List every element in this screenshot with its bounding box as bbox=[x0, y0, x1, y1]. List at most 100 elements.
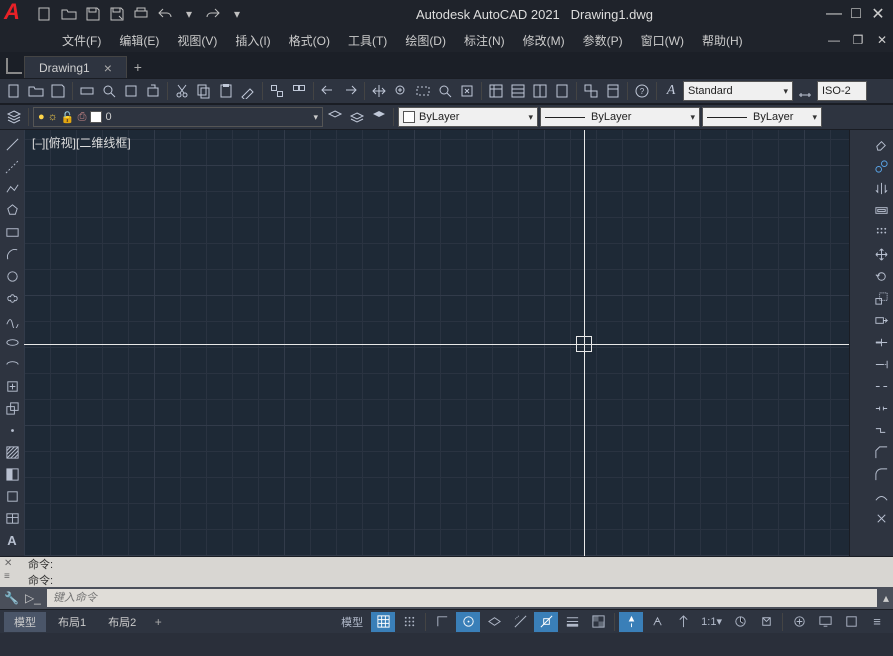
ortho-toggle-icon[interactable] bbox=[430, 612, 454, 632]
cmd-options-icon[interactable]: 🔧 bbox=[4, 591, 19, 605]
tb-cut-icon[interactable] bbox=[172, 81, 192, 101]
otrack-icon[interactable] bbox=[508, 612, 532, 632]
menu-dimension[interactable]: 标注(N) bbox=[456, 29, 513, 52]
polygon-tool-icon[interactable] bbox=[2, 200, 22, 220]
drawing-canvas[interactable]: [–][俯视][二维线框] bbox=[24, 130, 869, 556]
join-tool-icon[interactable] bbox=[871, 420, 891, 440]
menu-tools[interactable]: 工具(T) bbox=[340, 29, 395, 52]
tb-zoom-window-icon[interactable] bbox=[413, 81, 433, 101]
linetype-dropdown[interactable]: ByLayer ▾ bbox=[540, 107, 700, 127]
file-tab-close-icon[interactable]: × bbox=[104, 60, 112, 76]
grid-toggle-icon[interactable] bbox=[371, 612, 395, 632]
snap-toggle-icon[interactable] bbox=[397, 612, 421, 632]
rotate-tool-icon[interactable] bbox=[871, 266, 891, 286]
rectangle-tool-icon[interactable] bbox=[2, 222, 22, 242]
menu-parametric[interactable]: 参数(P) bbox=[575, 29, 631, 52]
copy-tool-icon[interactable] bbox=[871, 156, 891, 176]
canvas-scrollbar-v[interactable] bbox=[849, 130, 869, 556]
annoscale-icon[interactable]: 1:1 ▾ bbox=[697, 612, 726, 632]
blend-tool-icon[interactable] bbox=[871, 486, 891, 506]
region-tool-icon[interactable] bbox=[2, 486, 22, 506]
polar-toggle-icon[interactable] bbox=[456, 612, 480, 632]
menu-modify[interactable]: 修改(M) bbox=[515, 29, 573, 52]
tb-print-icon[interactable] bbox=[77, 81, 97, 101]
selection-cycling-icon[interactable] bbox=[619, 612, 643, 632]
maximize-button[interactable]: □ bbox=[845, 4, 867, 24]
chamfer-tool-icon[interactable] bbox=[871, 442, 891, 462]
layer-state-icon[interactable] bbox=[347, 107, 367, 127]
cmd-close-icon[interactable]: ✕ bbox=[4, 558, 12, 569]
layer-dropdown[interactable]: ● ☼ 🔓 ⎙ 0 ▾ bbox=[33, 107, 323, 127]
tb-help-icon[interactable]: ? bbox=[632, 81, 652, 101]
point-tool-icon[interactable] bbox=[2, 420, 22, 440]
layout-tab-layout2[interactable]: 布局2 bbox=[98, 612, 146, 632]
qat-dropdown2-icon[interactable]: ▾ bbox=[228, 5, 246, 23]
tb-preview-icon[interactable] bbox=[99, 81, 119, 101]
tb-zoom-realtime-icon[interactable] bbox=[391, 81, 411, 101]
extend-tool-icon[interactable] bbox=[871, 354, 891, 374]
menu-window[interactable]: 窗口(W) bbox=[633, 29, 692, 52]
open-icon[interactable] bbox=[60, 5, 78, 23]
menu-file[interactable]: 文件(F) bbox=[54, 29, 109, 52]
revcloud-tool-icon[interactable] bbox=[2, 288, 22, 308]
save-icon[interactable] bbox=[84, 5, 102, 23]
transparency-toggle-icon[interactable] bbox=[586, 612, 610, 632]
layer-iso-icon[interactable] bbox=[369, 107, 389, 127]
ellipse-tool-icon[interactable] bbox=[2, 332, 22, 352]
break-tool-icon[interactable] bbox=[871, 376, 891, 396]
isolate-objects-icon[interactable] bbox=[839, 612, 863, 632]
menu-insert[interactable]: 插入(I) bbox=[227, 29, 278, 52]
tb-publish-icon[interactable] bbox=[121, 81, 141, 101]
lineweight-dropdown[interactable]: ByLayer ▾ bbox=[702, 107, 822, 127]
tb-designcenter-icon[interactable] bbox=[508, 81, 528, 101]
tb-redo2-icon[interactable] bbox=[340, 81, 360, 101]
tb-quickcalc-icon[interactable] bbox=[603, 81, 623, 101]
menu-help[interactable]: 帮助(H) bbox=[694, 29, 751, 52]
break2-tool-icon[interactable] bbox=[871, 398, 891, 418]
tb-markup-icon[interactable] bbox=[581, 81, 601, 101]
tb-block-icon[interactable] bbox=[267, 81, 287, 101]
doc-restore-button[interactable]: ❐ bbox=[847, 30, 869, 50]
annotation-monitor-icon[interactable] bbox=[813, 612, 837, 632]
model-paper-toggle[interactable]: 模型 bbox=[335, 612, 369, 632]
tb-matchprop-icon[interactable] bbox=[238, 81, 258, 101]
erase-tool-icon[interactable] bbox=[871, 134, 891, 154]
array-tool-icon[interactable] bbox=[871, 222, 891, 242]
tb-textstyle-icon[interactable]: A bbox=[661, 81, 681, 101]
tb-paste-icon[interactable] bbox=[216, 81, 236, 101]
tb-open-icon[interactable] bbox=[26, 81, 46, 101]
construction-line-icon[interactable] bbox=[2, 156, 22, 176]
isodraft-icon[interactable] bbox=[482, 612, 506, 632]
cmd-history-icon[interactable]: ≡ bbox=[4, 571, 10, 582]
cmd-recent-icon[interactable]: ▴ bbox=[883, 591, 889, 605]
dynmode-icon[interactable] bbox=[671, 612, 695, 632]
polyline-tool-icon[interactable] bbox=[2, 178, 22, 198]
annovis-icon[interactable] bbox=[728, 612, 752, 632]
tb-zoom-prev-icon[interactable] bbox=[435, 81, 455, 101]
file-tab-drawing1[interactable]: Drawing1 × bbox=[24, 56, 127, 78]
layer-manager-icon[interactable] bbox=[4, 107, 24, 127]
fillet-tool-icon[interactable] bbox=[871, 464, 891, 484]
ellipse-arc-tool-icon[interactable] bbox=[2, 354, 22, 374]
tb-copy-icon[interactable] bbox=[194, 81, 214, 101]
text-style-dropdown[interactable]: Standard▾ bbox=[683, 81, 793, 101]
trim-tool-icon[interactable] bbox=[871, 332, 891, 352]
tb-toolpalette-icon[interactable] bbox=[530, 81, 550, 101]
viewport-label[interactable]: [–][俯视][二维线框] bbox=[32, 134, 131, 151]
menu-edit[interactable]: 编辑(E) bbox=[111, 29, 167, 52]
gradient-tool-icon[interactable] bbox=[2, 464, 22, 484]
app-logo[interactable]: A bbox=[4, 2, 28, 26]
workspace-switch-icon[interactable] bbox=[787, 612, 811, 632]
close-button[interactable]: ✕ bbox=[867, 4, 889, 24]
3dosnap-icon[interactable] bbox=[645, 612, 669, 632]
layout-tab-model[interactable]: 模型 bbox=[4, 612, 46, 632]
scale-tool-icon[interactable] bbox=[871, 288, 891, 308]
insert-block-icon[interactable] bbox=[2, 376, 22, 396]
osnap-toggle-icon[interactable] bbox=[534, 612, 558, 632]
tb-save-icon[interactable] bbox=[48, 81, 68, 101]
mtext-tool-icon[interactable]: A bbox=[2, 530, 22, 550]
tb-pan-icon[interactable] bbox=[369, 81, 389, 101]
new-icon[interactable] bbox=[36, 5, 54, 23]
layout-tab-add-button[interactable]: + bbox=[148, 615, 168, 629]
annoautoscale-icon[interactable] bbox=[754, 612, 778, 632]
